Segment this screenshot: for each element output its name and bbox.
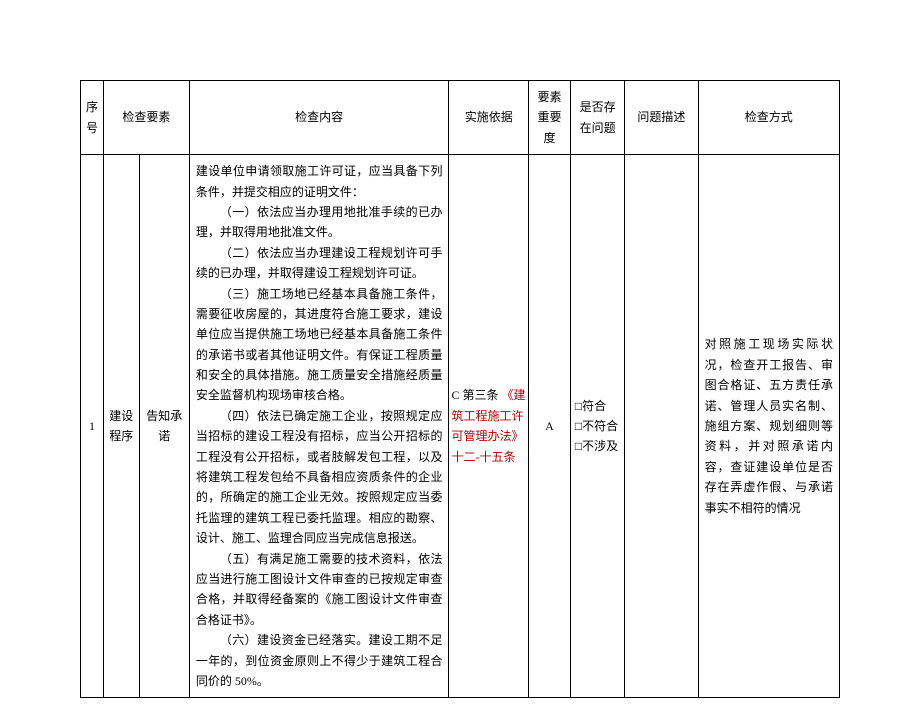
checkbox-option: □不符合 bbox=[575, 416, 620, 436]
header-level: 要素重要度 bbox=[529, 81, 571, 155]
table-row: 1 建设程序 告知承诺 建设单位申请领取施工许可证，应当具备下列条件，并提交相应… bbox=[81, 155, 840, 698]
header-yaosu: 检查要素 bbox=[104, 81, 190, 155]
content-line: 建设单位申请领取施工许可证，应当具备下列条件，并提交相应的证明文件： bbox=[196, 161, 443, 202]
header-content: 检查内容 bbox=[189, 81, 449, 155]
content-line: （六）建设资金已经落实。建设工期不足一年的，到位资金原则上不得少于建筑工程合同价… bbox=[196, 630, 443, 691]
content-line: （五）有满足施工需要的技术资料，依法应当进行施工图设计文件审查的已按规定审查合格… bbox=[196, 549, 443, 631]
cell-content: 建设单位申请领取施工许可证，应当具备下列条件，并提交相应的证明文件： （一）依法… bbox=[189, 155, 449, 698]
cell-level: A bbox=[529, 155, 571, 698]
content-line: （四）依法已确定施工企业，按照规定应当招标的建设工程没有招标，应当公开招标的工程… bbox=[196, 406, 443, 549]
checkbox-option: □不涉及 bbox=[575, 436, 620, 456]
content-line: （一）依法应当办理用地批准手续的已办理，并取得用地批准文件。 bbox=[196, 202, 443, 243]
checkbox-option: □符合 bbox=[575, 396, 620, 416]
cell-seq: 1 bbox=[81, 155, 104, 698]
cell-desc bbox=[625, 155, 698, 698]
header-desc: 问题描述 bbox=[625, 81, 698, 155]
header-seq: 序号 bbox=[81, 81, 104, 155]
content-line: （三）施工场地已经基本具备施工条件，需要征收房屋的，其进度符合施工要求，建设单位… bbox=[196, 284, 443, 406]
table-header-row: 序号 检查要素 检查内容 实施依据 要素重要度 是否存在问题 问题描述 检查方式 bbox=[81, 81, 840, 155]
header-method: 检查方式 bbox=[698, 81, 839, 155]
cell-yaosu-b: 告知承诺 bbox=[139, 155, 189, 698]
basis-text: C 第三条 bbox=[451, 388, 498, 402]
cell-problem: □符合 □不符合 □不涉及 bbox=[570, 155, 624, 698]
cell-basis: C 第三条 《建筑工程施工许可管理办法》十二-十五条 bbox=[449, 155, 529, 698]
content-line: （二）依法应当办理建设工程规划许可手续的已办理，并取得建设工程规划许可证。 bbox=[196, 243, 443, 284]
header-problem: 是否存在问题 bbox=[570, 81, 624, 155]
inspection-table: 序号 检查要素 检查内容 实施依据 要素重要度 是否存在问题 问题描述 检查方式… bbox=[80, 80, 840, 698]
cell-yaosu-a: 建设程序 bbox=[104, 155, 140, 698]
header-basis: 实施依据 bbox=[449, 81, 529, 155]
cell-method: 对照施工现场实际状况，检查开工报告、审图合格证、五方责任承诺、管理人员实名制、施… bbox=[698, 155, 839, 698]
